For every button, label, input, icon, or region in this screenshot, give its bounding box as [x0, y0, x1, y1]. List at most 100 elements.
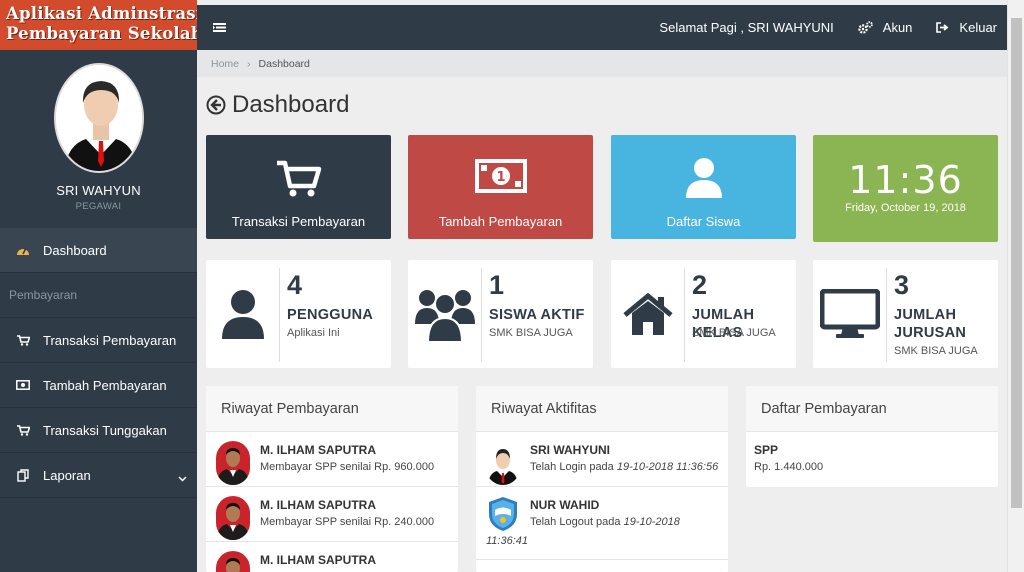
sidebar-item-label: Dashboard — [43, 242, 107, 258]
panel-title: Riwayat Aktifitas — [476, 386, 728, 432]
users-icon — [408, 260, 481, 368]
topbar: Selamat Pagi , SRI WAHYUNI Akun Keluar — [197, 5, 1007, 50]
institution-logo — [486, 496, 520, 540]
stat-number: 1 — [489, 270, 505, 300]
stat-number: 2 — [692, 270, 708, 300]
list-item[interactable]: M. ILHAM SAPUTRA Membayar SPP senilai Rp… — [206, 487, 458, 542]
list-item-text: Membayar SPP senilai Rp. 240.000 — [260, 516, 435, 528]
sidebar-item-tambah-pembayaran[interactable]: Tambah Pembayaran — [0, 363, 197, 408]
menu-toggle-icon[interactable] — [213, 19, 226, 37]
list-item-title: M. ILHAM SAPUTRA — [260, 553, 376, 567]
stat-number: 4 — [287, 270, 303, 300]
greeting-text: Selamat Pagi , SRI WAHYUNI — [659, 20, 834, 35]
user-icon — [206, 260, 279, 368]
activity-time-continued: 11:36:41 — [486, 535, 529, 547]
logout-button[interactable]: Keluar — [936, 20, 997, 35]
tile-transaksi-pembayaran[interactable]: Transaksi Pembayaran — [206, 135, 391, 239]
tile-tambah-pembayaran[interactable]: 1 Tambah Pembayaran — [408, 135, 593, 239]
stat-divider — [279, 268, 280, 362]
gears-icon — [858, 21, 873, 34]
clock-time: 11:36 — [848, 158, 963, 202]
user-profile: SRI WAHYUN PEGAWAI — [0, 50, 197, 228]
sidebar-item-dashboard[interactable]: Dashboard — [0, 228, 197, 273]
cart-icon — [16, 333, 30, 347]
sidebar-item-transaksi-pembayaran[interactable]: Transaksi Pembayaran — [0, 318, 197, 363]
sidebar-section-pembayaran: Pembayaran — [0, 273, 197, 318]
user-icon — [685, 158, 722, 198]
app-brand[interactable]: Aplikasi Adminstrasi Pembayaran Sekolah — [0, 0, 203, 50]
stat-divider — [886, 268, 887, 362]
list-item-text: Rp. 1.440.000 — [754, 461, 824, 473]
back-circle-icon[interactable] — [206, 95, 226, 115]
user-role: PEGAWAI — [75, 201, 122, 212]
avatar — [53, 63, 144, 173]
tile-daftar-siswa[interactable]: Daftar Siswa — [611, 135, 796, 239]
account-button[interactable]: Akun — [858, 20, 913, 35]
list-item[interactable]: SPP Rp. 1.440.000 — [746, 432, 998, 487]
sidebar-item-laporan[interactable]: Laporan — [0, 453, 197, 498]
stat-subtitle: SMK BISA JUGA — [489, 327, 573, 339]
activity-time: 19-10-2018 — [623, 516, 680, 528]
stat-subtitle: Aplikasi Ini — [287, 327, 340, 339]
list-item-text: Membayar SPP senilai Rp. 960.000 — [260, 461, 435, 473]
svg-text:1: 1 — [496, 170, 505, 185]
list-item-title: M. ILHAM SAPUTRA — [260, 498, 376, 512]
list-item-text: Telah Login pada 19-10-2018 11:36:56 — [530, 461, 719, 473]
stat-title: JUMLAH JURUSAN — [894, 307, 967, 341]
user-name: SRI WAHYUN — [56, 183, 141, 198]
tile-label: Transaksi Pembayaran — [231, 214, 366, 229]
breadcrumb-home[interactable]: Home — [211, 58, 239, 70]
sidebar-item-transaksi-tunggakan[interactable]: Transaksi Tunggakan — [0, 408, 197, 453]
copy-icon — [16, 468, 30, 482]
list-item[interactable]: M. ILHAM SAPUTRA — [206, 542, 458, 572]
stat-divider — [481, 268, 482, 362]
list-item: NUR WAHID Telah Logout pada 19-10-2018 1… — [476, 487, 728, 560]
tile-label: Tambah Pembayaran — [438, 214, 563, 229]
stat-subtitle: SMK BISA JUGA — [894, 345, 978, 357]
panel-title: Riwayat Pembayaran — [206, 386, 458, 432]
home-icon — [611, 260, 684, 368]
panel-riwayat-pembayaran: Riwayat Pembayaran M. ILHAM SAPUTRA Memb… — [206, 386, 458, 572]
page-title-text: Dashboard — [232, 91, 350, 118]
brand-line-2: Pembayaran Sekolah — [6, 24, 203, 43]
list-item: SRI WAHYUNI Telah Login pada 19-10-2018 … — [476, 432, 728, 487]
stat-jumlah-kelas: 2 JUMLAH KELAS SMK BISA JUGA — [611, 260, 796, 368]
stat-jumlah-jurusan: 3 JUMLAH JURUSAN SMK BISA JUGA — [813, 260, 998, 368]
vertical-scrollbar[interactable] — [1007, 0, 1024, 572]
breadcrumb-current: Dashboard — [258, 57, 310, 70]
main-content: Home › Dashboard Dashboard Transaksi Pem… — [197, 50, 1007, 572]
stat-subtitle: SMK BISA JUGA — [692, 327, 776, 339]
desktop-icon — [813, 260, 886, 368]
tile-label: Daftar Siswa — [666, 214, 741, 229]
list-item-title: SPP — [754, 443, 779, 457]
panel-title: Daftar Pembayaran — [746, 386, 998, 432]
sidebar-item-label: Transaksi Tunggakan — [43, 422, 167, 438]
student-avatar — [216, 551, 250, 572]
panel-daftar-pembayaran: Daftar Pembayaran SPP Rp. 1.440.000 — [746, 386, 998, 487]
sidebar-item-label: Laporan — [43, 467, 91, 483]
clock-date: Friday, October 19, 2018 — [845, 202, 966, 214]
money-icon: 1 — [474, 159, 527, 193]
list-item[interactable]: M. ILHAM SAPUTRA Membayar SPP senilai Rp… — [206, 432, 458, 487]
chevron-down-icon — [178, 470, 187, 485]
scrollbar-thumb[interactable] — [1011, 18, 1022, 508]
activity-time: 19-10-2018 11:36:56 — [616, 461, 719, 473]
sidebar-item-label: Tambah Pembayaran — [43, 377, 167, 393]
brand-line-1: Aplikasi Adminstrasi — [6, 4, 203, 23]
list-item-title: SRI WAHYUNI — [530, 443, 611, 457]
stat-title: PENGGUNA — [287, 307, 374, 323]
logout-label: Keluar — [959, 20, 997, 35]
student-avatar — [216, 496, 250, 540]
cart-icon — [276, 160, 321, 197]
cart-icon — [16, 423, 30, 437]
user-avatar — [486, 441, 520, 485]
stat-pengguna: 4 PENGGUNA Aplikasi Ini — [206, 260, 391, 368]
money-icon — [16, 378, 30, 392]
list-item-title: M. ILHAM SAPUTRA — [260, 443, 376, 457]
stat-divider — [684, 268, 685, 362]
breadcrumb-separator: › — [247, 57, 251, 70]
breadcrumb: Home › Dashboard — [197, 50, 1007, 77]
account-label: Akun — [882, 20, 913, 35]
list-item-text: Telah Logout pada 19-10-2018 — [530, 516, 680, 528]
page-title: Dashboard — [206, 91, 349, 119]
